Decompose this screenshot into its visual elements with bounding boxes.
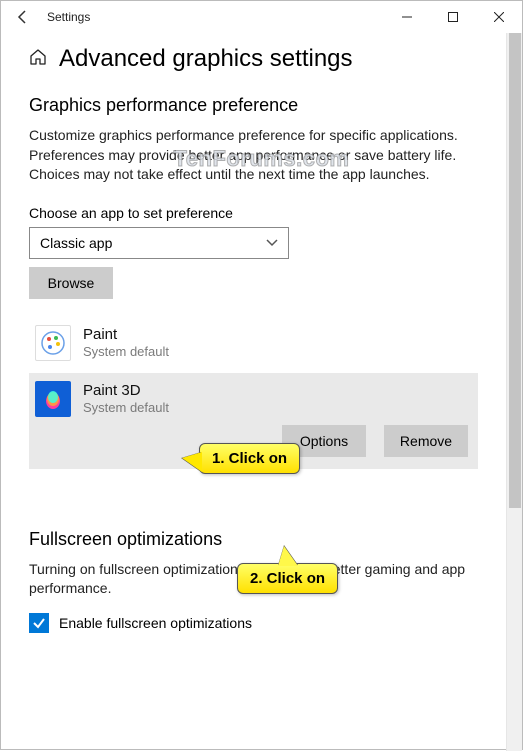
graphics-heading: Graphics performance preference [29, 95, 478, 116]
fullscreen-checkbox-row[interactable]: Enable fullscreen optimizations [29, 613, 478, 633]
annotation-step2: 2. Click on [237, 563, 338, 594]
chevron-down-icon [266, 236, 278, 250]
app-subtitle: System default [83, 400, 169, 416]
maximize-button[interactable] [430, 1, 476, 33]
app-row-paint[interactable]: Paint System default [29, 317, 478, 369]
graphics-description: Customize graphics performance preferenc… [29, 126, 478, 185]
checkbox-label: Enable fullscreen optimizations [59, 615, 252, 631]
close-button[interactable] [476, 1, 522, 33]
app-subtitle: System default [83, 344, 169, 360]
checkbox-checked-icon[interactable] [29, 613, 49, 633]
minimize-button[interactable] [384, 1, 430, 33]
paint3d-app-icon [35, 381, 71, 417]
browse-button[interactable]: Browse [29, 267, 113, 299]
paint-app-icon [35, 325, 71, 361]
remove-button[interactable]: Remove [384, 425, 468, 457]
annotation-step1: 1. Click on [199, 443, 300, 474]
fullscreen-heading: Fullscreen optimizations [29, 529, 478, 550]
page-title: Advanced graphics settings [59, 45, 353, 73]
choose-app-label: Choose an app to set preference [29, 205, 478, 221]
app-name: Paint [83, 326, 169, 344]
app-name: Paint 3D [83, 382, 169, 400]
titlebar: Settings [1, 1, 522, 33]
app-type-dropdown[interactable]: Classic app [29, 227, 289, 259]
scrollbar-thumb[interactable] [509, 33, 521, 508]
dropdown-value: Classic app [40, 235, 112, 251]
page-header: Advanced graphics settings [29, 45, 478, 73]
scrollbar-track[interactable] [506, 33, 522, 751]
window-title: Settings [47, 10, 90, 24]
back-button[interactable] [9, 3, 37, 31]
home-icon[interactable] [29, 48, 47, 71]
